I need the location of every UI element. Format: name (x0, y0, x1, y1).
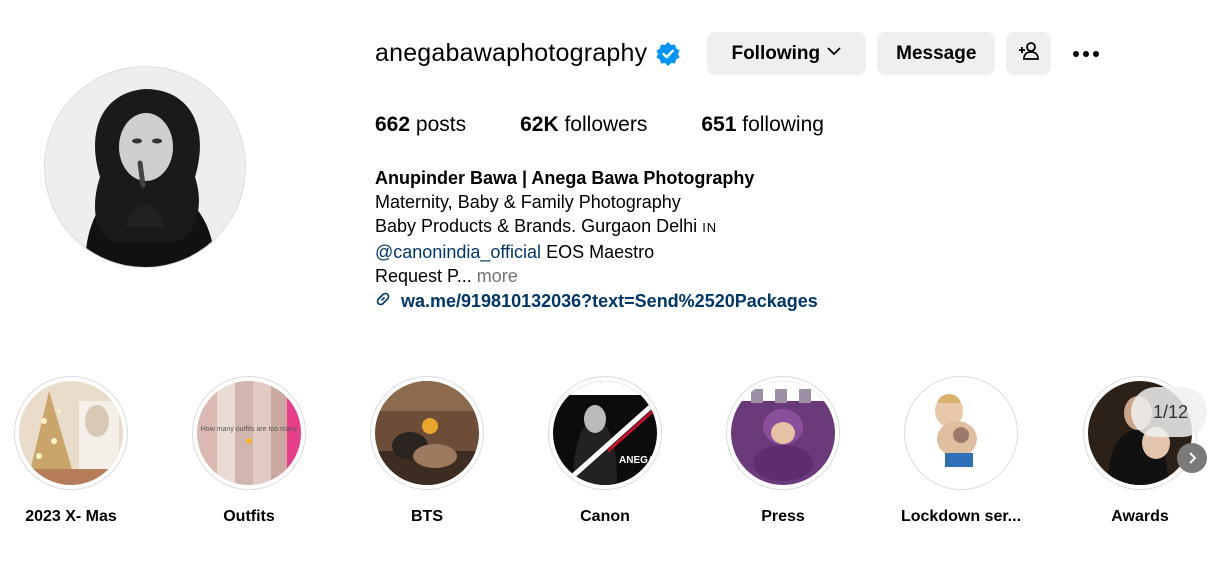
highlight-item[interactable]: Lockdown ser... (881, 376, 1041, 526)
profile-stats: 662 posts 62K followers 651 following (375, 113, 878, 137)
add-user-icon (1018, 41, 1040, 67)
profile-avatar[interactable] (44, 66, 246, 268)
profile-bio: Anupinder Bawa | Anega Bawa Photography … (375, 166, 818, 313)
link-icon (375, 289, 391, 313)
external-link[interactable]: wa.me/919810132036?text=Send%2520Package… (375, 289, 818, 313)
highlight-cover[interactable]: How many outfits are too many (192, 376, 306, 490)
following-stat[interactable]: 651 following (701, 113, 824, 137)
highlight-item[interactable]: BTS (347, 376, 507, 526)
more-link[interactable]: more (477, 266, 518, 286)
highlight-item[interactable]: ANEGA BAWA Canon (525, 376, 685, 526)
posts-count: 662 (375, 113, 411, 136)
highlight-item[interactable]: 2023 X- Mas (0, 376, 151, 526)
highlight-label: Outfits (223, 508, 275, 525)
highlight-cover[interactable]: ANEGA BAWA (548, 376, 662, 490)
bio-line: Maternity, Baby & Family Photography (375, 192, 681, 212)
highlight-label: Press (761, 508, 805, 525)
verified-badge-icon (655, 41, 681, 67)
highlight-label: BTS (411, 508, 443, 525)
highlight-overlay-text: How many outfits are too many (201, 426, 298, 433)
full-name: Anupinder Bawa | Anega Bawa Photography (375, 168, 755, 188)
carousel-counter: 1/12 (1131, 387, 1207, 437)
posts-label: posts (415, 113, 467, 136)
india-flag: IN (702, 220, 718, 235)
highlight-overlay-text: ANEGA BAWA (619, 455, 657, 466)
story-highlights: 2023 X- Mas How many outfits are too man… (0, 376, 1211, 536)
bio-line: Baby Products & Brands. Gurgaon Delhi IN (375, 216, 718, 236)
mention-link[interactable]: @canonindia_official (375, 242, 541, 262)
highlight-cover[interactable] (726, 376, 840, 490)
external-link-text[interactable]: wa.me/919810132036?text=Send%2520Package… (401, 289, 818, 313)
mention-suffix: EOS Maestro (541, 242, 655, 262)
profile-header: anegabawaphotography Following Message (375, 32, 1103, 75)
highlight-cover[interactable] (14, 376, 128, 490)
following-count: 651 (701, 113, 737, 136)
highlight-label: 2023 X- Mas (25, 508, 117, 525)
message-button[interactable]: Message (877, 32, 996, 75)
chevron-down-icon (826, 43, 842, 65)
highlight-cover[interactable] (904, 376, 1018, 490)
bio-line: Request P... more (375, 264, 818, 288)
following-stat-label: following (742, 113, 824, 136)
suggested-users-button[interactable] (1006, 32, 1052, 75)
highlight-item[interactable]: How many outfits are too many Outfits (169, 376, 329, 526)
followers-stat[interactable]: 62K followers (520, 113, 647, 137)
bio-line: @canonindia_official EOS Maestro (375, 240, 818, 264)
chevron-right-icon[interactable] (1177, 443, 1207, 473)
following-button[interactable]: Following (707, 32, 867, 75)
highlight-cover[interactable] (370, 376, 484, 490)
username: anegabawaphotography (375, 39, 648, 67)
followers-label: followers (564, 113, 648, 136)
more-options-icon[interactable] (1069, 37, 1103, 71)
following-button-label: Following (731, 42, 821, 64)
followers-count: 62K (520, 113, 559, 136)
highlight-label: Lockdown ser... (900, 508, 1022, 525)
bio-truncated: Request P... (375, 266, 472, 286)
posts-stat[interactable]: 662 posts (375, 113, 466, 137)
highlight-label: Awards (1111, 508, 1169, 525)
highlight-label: Canon (580, 508, 630, 525)
highlight-item[interactable]: Press (703, 376, 863, 526)
message-button-label: Message (896, 42, 977, 64)
